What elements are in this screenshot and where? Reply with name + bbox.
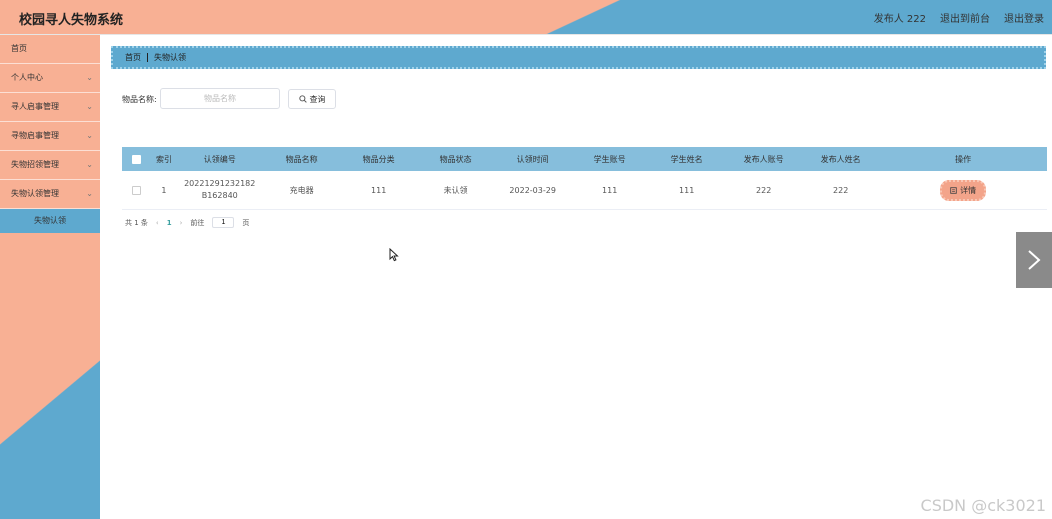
cell-index: 1	[161, 185, 167, 195]
detail-button-label: 详情	[960, 185, 977, 195]
sidebar-item-label: 寻物启事管理	[11, 131, 59, 140]
app-title: 校园寻人失物系统	[19, 13, 124, 28]
document-icon	[950, 186, 957, 194]
row-checkbox[interactable]	[132, 185, 142, 195]
chevron-down-icon: ⌄	[86, 160, 93, 169]
cell-claim-time: 2022-03-29	[509, 185, 556, 195]
pagination-current-page[interactable]: 1	[167, 219, 172, 227]
sidebar-item-lost-item-notice[interactable]: 寻物启事管理 ⌄	[0, 122, 100, 151]
sidebar-item-label: 个人中心	[11, 73, 43, 82]
top-header: 校园寻人失物系统 发布人 222 退出到前台 退出登录	[0, 0, 1052, 35]
chevron-down-icon: ⌄	[86, 102, 93, 111]
next-slide-button[interactable]	[1016, 232, 1052, 288]
search-button[interactable]: 查询	[288, 89, 336, 109]
pagination-total: 共 1 条	[125, 218, 148, 227]
chevron-down-icon: ⌄	[86, 189, 93, 198]
logout-link[interactable]: 退出登录	[1004, 10, 1044, 25]
column-header: 学生账号	[593, 154, 626, 164]
cell-claim-number: 20221291232182 B162840	[176, 178, 263, 202]
sidebar-item-home[interactable]: 首页	[0, 35, 100, 64]
sidebar: 首页 个人中心 ⌄ 寻人启事管理 ⌄ 寻物启事管理 ⌄ 失物招领管理 ⌄ 失物认…	[0, 35, 100, 519]
column-header: 物品名称	[285, 154, 318, 164]
chevron-down-icon: ⌄	[86, 131, 93, 140]
sidebar-item-label: 失物认领管理	[11, 189, 59, 198]
sidebar-item-claim-management[interactable]: 失物认领管理 ⌄	[0, 180, 100, 209]
column-header: 学生姓名	[670, 154, 703, 164]
column-header: 认领编号	[203, 154, 236, 164]
cell-item-name: 充电器	[289, 185, 314, 195]
chevron-down-icon: ⌄	[86, 73, 93, 82]
sidebar-item-missing-person[interactable]: 寻人启事管理 ⌄	[0, 93, 100, 122]
pagination-goto-label: 前往	[190, 218, 205, 227]
prev-page-icon[interactable]: ‹	[156, 219, 159, 227]
cell-actions: 详情	[879, 179, 1047, 201]
pagination-page-suffix: 页	[242, 218, 250, 227]
column-header: 认领时间	[516, 154, 549, 164]
cell-category: 111	[371, 185, 387, 195]
cell-student-name: 111	[679, 185, 695, 195]
column-header: 发布人姓名	[820, 154, 861, 164]
pagination: 共 1 条 ‹ 1 › 前往 页	[125, 217, 249, 228]
mouse-cursor-icon	[389, 248, 399, 262]
table-header: 索引 认领编号 物品名称 物品分类 物品状态 认领时间 学生账号 学生姓名 发布…	[122, 147, 1047, 171]
back-to-front-link[interactable]: 退出到前台	[940, 10, 990, 25]
sidebar-item-found-item[interactable]: 失物招领管理 ⌄	[0, 151, 100, 180]
header-actions: 发布人 222 退出到前台 退出登录	[874, 10, 1044, 25]
sidebar-item-label: 寻人启事管理	[11, 102, 59, 111]
column-header: 操作	[955, 154, 972, 164]
select-all-checkbox[interactable]	[132, 154, 142, 164]
column-header: 索引	[155, 154, 172, 164]
cell-publisher-account: 222	[756, 185, 772, 195]
column-header: 发布人账号	[743, 154, 784, 164]
sidebar-item-personal-center[interactable]: 个人中心 ⌄	[0, 64, 100, 93]
table-row: 1 20221291232182 B162840 充电器 111 未认领 202…	[122, 171, 1047, 210]
chevron-right-icon	[1028, 250, 1041, 270]
breadcrumb-current: 失物认领	[154, 53, 186, 62]
item-name-search-input[interactable]	[160, 88, 280, 109]
search-button-label: 查询	[309, 94, 326, 104]
row-select-cell	[122, 185, 152, 195]
column-header: 物品状态	[439, 154, 472, 164]
claim-number-line-1: 20221291232182	[184, 179, 256, 188]
user-name-link[interactable]: 发布人 222	[874, 10, 926, 25]
watermark: CSDN @ck3021	[920, 496, 1046, 515]
detail-button[interactable]: 详情	[940, 179, 987, 201]
breadcrumb-separator	[147, 53, 148, 62]
cell-status: 未认领	[443, 185, 468, 195]
next-page-icon[interactable]: ›	[180, 219, 183, 227]
breadcrumb-home[interactable]: 首页	[125, 53, 141, 62]
cell-student-account: 111	[602, 185, 618, 195]
sidebar-item-label: 首页	[11, 44, 27, 53]
search-label: 物品名称:	[122, 95, 157, 104]
claim-number-line-2: B162840	[201, 191, 238, 200]
select-all-cell	[122, 154, 152, 164]
sidebar-item-label: 失物招领管理	[11, 160, 59, 169]
pagination-goto-input[interactable]	[212, 217, 235, 228]
search-icon	[298, 95, 307, 103]
cell-publisher-name: 222	[833, 185, 849, 195]
sidebar-subitem-claim[interactable]: 失物认领	[0, 209, 100, 233]
breadcrumb: 首页 失物认领	[111, 46, 1046, 69]
claims-table: 索引 认领编号 物品名称 物品分类 物品状态 认领时间 学生账号 学生姓名 发布…	[122, 147, 1047, 210]
column-header: 物品分类	[362, 154, 395, 164]
